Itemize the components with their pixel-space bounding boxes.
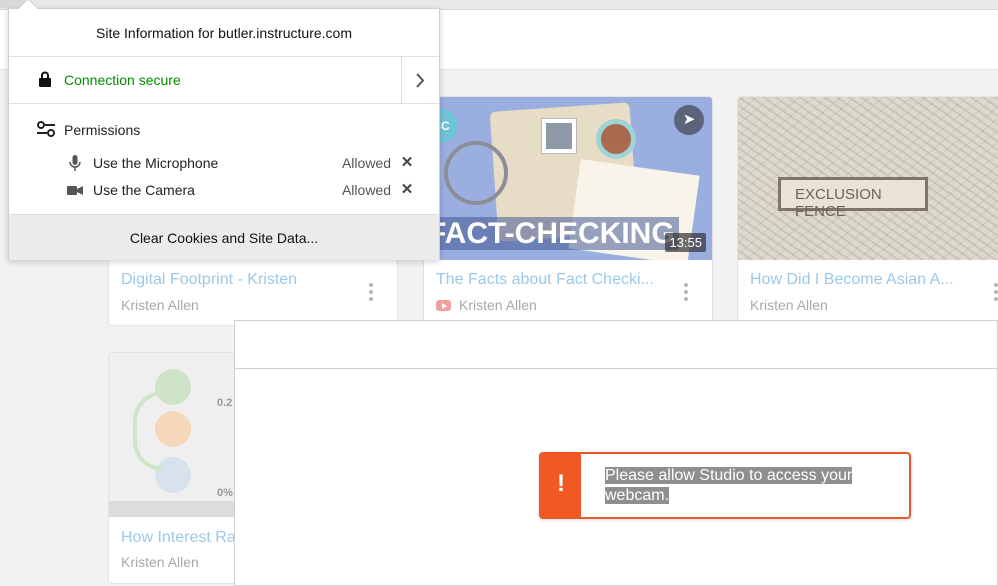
thumbnail-caption: EXCLUSION FENCE	[795, 186, 882, 220]
permissions-heading: Permissions	[64, 122, 141, 138]
more-options-icon[interactable]	[684, 283, 688, 304]
webcam-permission-alert: ! Please allow Studio to access your web…	[539, 452, 911, 519]
microphone-icon	[69, 155, 81, 171]
connection-details-button[interactable]	[401, 57, 439, 104]
media-author: Kristen Allen	[121, 554, 199, 570]
warning-icon: !	[557, 470, 565, 497]
media-author: Kristen Allen	[436, 297, 537, 313]
alert-message: Please allow Studio to access your webca…	[605, 467, 853, 504]
camera-icon	[67, 186, 83, 195]
studio-recording-modal: ! Please allow Studio to access your web…	[234, 320, 998, 586]
media-title[interactable]: Digital Footprint - Kristen	[121, 271, 297, 289]
permission-label: Use the Camera	[93, 182, 195, 198]
connection-status: Connection secure	[64, 72, 181, 88]
media-title[interactable]: The Facts about Fact Checki...	[436, 271, 654, 289]
permission-status: Allowed	[341, 182, 391, 198]
thumbnail-caption: FACT-CHECKING	[424, 217, 679, 250]
alert-accent: !	[541, 454, 581, 517]
permission-label: Use the Microphone	[93, 155, 219, 171]
media-title[interactable]: How Did I Become Asian A...	[750, 271, 954, 289]
video-duration: 13:55	[665, 233, 706, 252]
more-options-icon[interactable]	[994, 283, 998, 304]
media-title[interactable]: How Interest Ra	[121, 529, 236, 547]
more-options-icon[interactable]	[369, 283, 373, 304]
connection-row[interactable]: Connection secure	[9, 57, 439, 104]
panel-title: Site Information for butler.instructure.…	[9, 9, 439, 57]
media-thumbnail[interactable]: CC FACT-CHECKING ➤ 13:55	[424, 97, 712, 260]
chevron-right-icon	[416, 73, 425, 88]
media-author: Kristen Allen	[750, 297, 828, 313]
modal-header	[235, 321, 997, 369]
revoke-permission-close-icon[interactable]: ✕	[399, 180, 415, 198]
media-card[interactable]: CC FACT-CHECKING ➤ 13:55 The Facts about…	[423, 96, 713, 326]
thumbnail-illustration: EXCLUSION FENCE	[778, 177, 928, 220]
lock-icon	[39, 71, 51, 87]
permission-row-microphone: Use the Microphone Allowed ✕	[9, 151, 439, 175]
media-thumbnail[interactable]: EXCLUSION FENCE 7:	[738, 97, 998, 260]
revoke-permission-close-icon[interactable]: ✕	[399, 153, 415, 171]
permissions-sliders-icon	[37, 121, 55, 137]
permission-row-camera: Use the Camera Allowed ✕	[9, 178, 439, 202]
clear-cookies-button[interactable]: Clear Cookies and Site Data...	[9, 214, 439, 260]
site-information-panel: Site Information for butler.instructure.…	[8, 0, 440, 260]
rocket-icon: ➤	[674, 105, 704, 135]
media-card[interactable]: EXCLUSION FENCE 7: How Did I Become Asia…	[737, 96, 998, 326]
media-author: Kristen Allen	[121, 297, 199, 313]
youtube-icon	[436, 300, 451, 311]
permission-status: Allowed	[341, 155, 391, 171]
